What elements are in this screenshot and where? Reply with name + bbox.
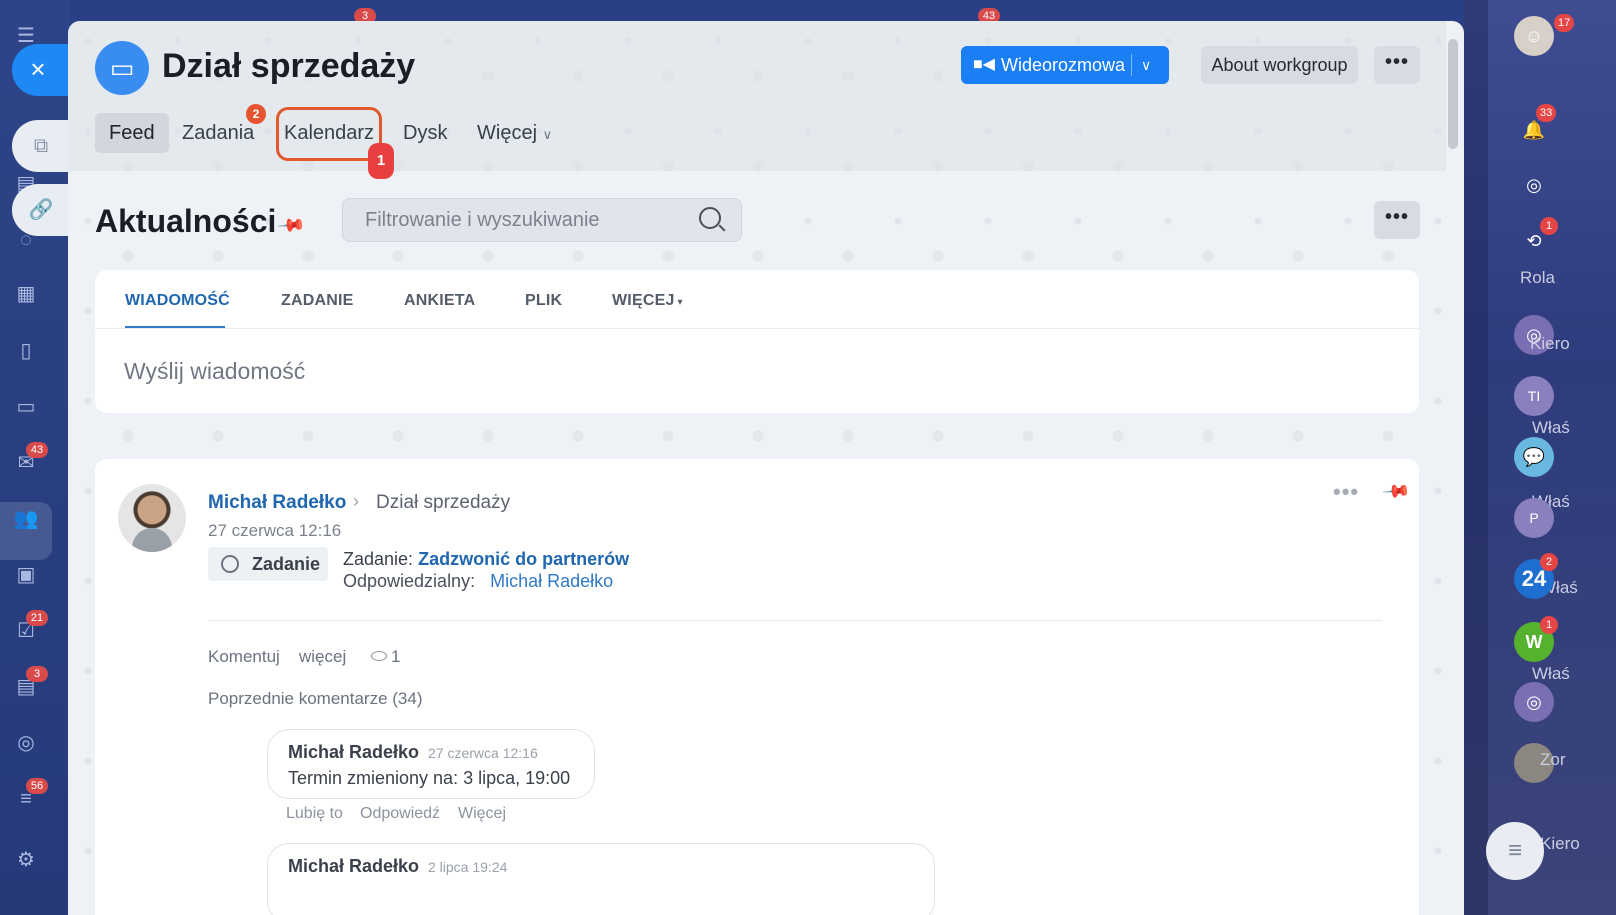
clock-icon — [221, 555, 239, 573]
user-badge: 17 — [1554, 14, 1575, 32]
comment-date: 27 czerwca 12:16 — [428, 745, 538, 761]
composer-tab-file[interactable]: PLIK — [525, 292, 562, 310]
post-more-button[interactable]: ••• — [1333, 479, 1359, 505]
comment-more-link[interactable]: Więcej — [458, 805, 506, 823]
tab-tasks[interactable]: Zadania — [182, 113, 254, 153]
tab-feed[interactable]: Feed — [95, 113, 169, 153]
rail-label-7: Właś — [1532, 664, 1570, 683]
role-badge: 1 — [1540, 217, 1558, 235]
rail-w-badge: 1 — [1540, 616, 1558, 634]
comment-item: Michał Radełko 27 czerwca 12:16 Termin z… — [267, 729, 595, 799]
open-in-new-window-button[interactable]: ⧉ — [12, 120, 70, 172]
rail-item-8[interactable]: ◎ — [1514, 682, 1554, 722]
calendar-highlight — [276, 107, 382, 161]
composer-tab-poll[interactable]: ANKIETA — [404, 292, 475, 310]
reply-link[interactable]: Odpowiedź — [360, 805, 440, 823]
mail-badge: 43 — [26, 442, 48, 458]
views-count: 1 — [391, 647, 401, 666]
filters-badge: 56 — [26, 778, 48, 794]
like-link[interactable]: Lubię to — [286, 805, 343, 823]
comment-author[interactable]: Michał Radełko — [288, 856, 419, 877]
video-call-button[interactable]: ■◀ Wideorozmowa ∨ — [961, 46, 1169, 84]
board-icon[interactable]: ▣ — [12, 561, 40, 589]
chevron-down-icon[interactable]: ∨ — [1141, 46, 1151, 84]
post-pin-icon[interactable]: 📌 — [1381, 476, 1412, 506]
rail-label-3: Właś — [1532, 418, 1570, 437]
feed-post: Michał Radełko › Dział sprzedaży 27 czer… — [95, 459, 1419, 915]
copy-link-button[interactable]: 🔗 — [12, 184, 70, 236]
search-icon[interactable] — [699, 207, 721, 229]
comment-text: Termin zmieniony na: 3 lipca, 19:00 — [288, 768, 571, 788]
previous-comments-link[interactable]: Poprzednie komentarze (34) — [208, 689, 423, 709]
rail-avatar-ti[interactable]: TI — [1514, 376, 1554, 416]
tab-disk[interactable]: Dysk — [403, 113, 447, 153]
document-icon[interactable]: ▯ — [12, 337, 40, 365]
more-link[interactable]: więcej — [299, 647, 346, 667]
tasks-tab-badge: 2 — [246, 104, 266, 124]
groups-icon[interactable]: 👥 — [12, 505, 40, 533]
target-icon[interactable]: ◎ — [12, 729, 40, 757]
header-more-button[interactable]: ••• — [1374, 46, 1420, 84]
comment-link[interactable]: Komentuj — [208, 647, 280, 667]
close-slider-button[interactable]: × — [12, 44, 70, 96]
list-icon: ≡ — [1507, 837, 1522, 864]
task-chip: Zadanie — [208, 547, 328, 581]
rail-label-role: Rola — [1520, 268, 1555, 287]
responsible-link[interactable]: Michał Radełko — [490, 571, 613, 591]
video-camera-icon: ■◀ — [973, 56, 995, 73]
group-title: Dział sprzedaży — [162, 47, 416, 85]
caret-down-icon: ▾ — [674, 297, 683, 308]
about-workgroup-button[interactable]: About workgroup — [1201, 46, 1358, 84]
rail-avatar-p[interactable]: P — [1514, 498, 1554, 538]
tab-more[interactable]: Więcej ∨ — [477, 113, 552, 153]
settings-icon[interactable]: ⚙ — [12, 846, 40, 874]
bitrix24-badge: 2 — [1540, 553, 1558, 571]
folder-icon: ▭ — [95, 41, 149, 95]
tasks-badge: 21 — [26, 610, 48, 626]
composer-tab-task[interactable]: ZADANIE — [281, 292, 354, 310]
post-destination[interactable]: Dział sprzedaży — [376, 492, 510, 514]
eye-icon — [371, 651, 387, 661]
comment-item: Michał Radełko 2 lipca 19:24 — [267, 843, 935, 915]
search-input[interactable]: Filtrowanie i wyszukiwanie — [342, 198, 742, 242]
step-marker: 1 — [368, 143, 394, 179]
user-avatar[interactable]: ☺ — [1514, 16, 1554, 56]
author-avatar[interactable] — [118, 484, 186, 552]
composer-tab-more[interactable]: WIĘCEJ ▾ — [612, 292, 683, 310]
page-title: Aktualności — [95, 203, 277, 239]
comment-date: 2 lipca 19:24 — [428, 859, 508, 875]
message-input[interactable]: Wyślij wiadomość — [124, 358, 305, 385]
contacts-badge: 3 — [26, 666, 48, 682]
card-icon[interactable]: ▭ — [12, 393, 40, 421]
rail-label-8: Zor — [1540, 750, 1566, 769]
post-date[interactable]: 27 czerwca 12:16 — [208, 521, 341, 541]
comment-author[interactable]: Michał Radełko — [288, 742, 419, 763]
notification-badge: 33 — [1536, 104, 1557, 122]
post-author[interactable]: Michał Radełko — [208, 492, 346, 514]
rail-menu-button[interactable]: ≡ — [1486, 822, 1544, 880]
feed-more-button[interactable]: ••• — [1374, 201, 1420, 239]
rail-chat-icon[interactable]: 💬 — [1514, 437, 1554, 477]
composer-tab-message[interactable]: WIADOMOŚĆ — [125, 292, 230, 310]
scrollbar[interactable] — [1448, 39, 1458, 149]
responsible-line: Odpowiedzialny: Michał Radełko — [343, 571, 614, 591]
task-line: Zadanie: Zadzwonić do partnerów — [343, 549, 630, 569]
rail-label-2: Kiero — [1530, 334, 1570, 353]
external-link-icon: ⧉ — [33, 135, 49, 157]
post-composer: WIADOMOŚĆ ZADANIE ANKIETA PLIK WIĘCEJ ▾ … — [95, 270, 1419, 413]
chevron-down-icon: ∨ — [542, 127, 553, 142]
target-rail-icon[interactable]: ◎ — [1514, 165, 1554, 205]
rail-label-9: Kiero — [1540, 834, 1580, 853]
calendar-icon[interactable]: ▦ — [12, 280, 40, 308]
workgroup-slider-panel: ▭ Dział sprzedaży ■◀ Wideorozmowa ∨ Abou… — [68, 21, 1464, 915]
link-icon: 🔗 — [28, 199, 54, 221]
task-link[interactable]: Zadzwonić do partnerów — [418, 549, 629, 569]
chevron-right-icon: › — [353, 491, 359, 511]
group-header — [68, 21, 1446, 171]
close-icon: × — [30, 54, 46, 84]
